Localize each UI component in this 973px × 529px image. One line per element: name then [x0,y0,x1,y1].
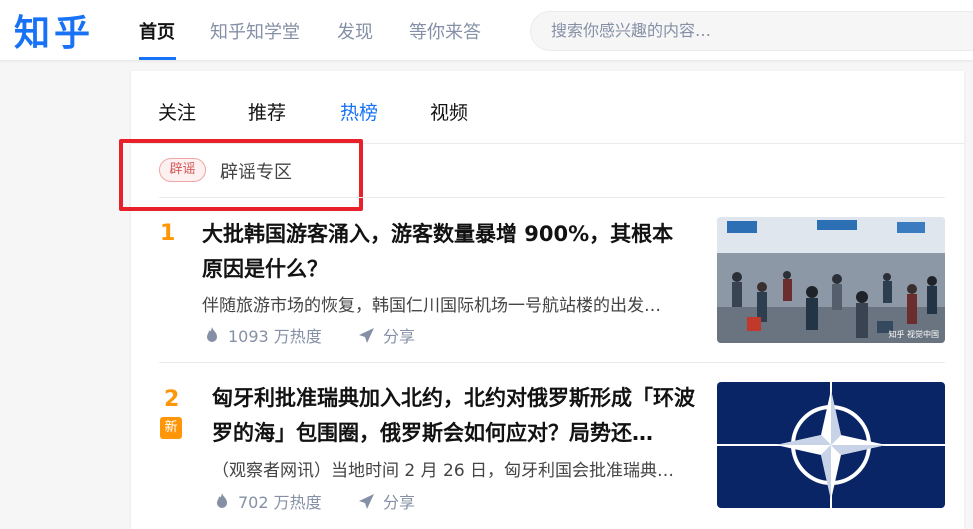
heat-value: 1093 万热度 [228,327,322,346]
feed-card: 关注 推荐 热榜 视频 辟谣 辟谣专区 1 大批韩国游客涌入，游客数量暴增 90… [119,71,964,529]
nav-discover[interactable]: 发现 [337,18,373,44]
nato-emblem [717,382,945,508]
tab-hot[interactable]: 热榜 [340,98,378,125]
hot-item-1-title[interactable]: 大批韩国游客涌入，游客数量暴增 900%，其根本原因是什么？ [202,217,692,287]
tab-recommend[interactable]: 推荐 [248,98,286,125]
hot-item-2-title[interactable]: 匈牙利批准瑞典加入北约，北约对俄罗斯形成「环波罗的海」包围圈，俄罗斯会如何应对？… [212,381,702,451]
nav-active-indicator [139,57,176,60]
hot-item-2-excerpt[interactable]: （观察者网讯）当地时间 2 月 26 日，匈牙利国会批准瑞典… [212,456,696,481]
nav-zhixuetang[interactable]: 知乎知学堂 [210,18,300,44]
tab-video[interactable]: 视频 [430,98,468,125]
hot-item-1-excerpt[interactable]: 伴随旅游市场的恢复，韩国仁川国际机场一号航站楼的出发… [202,291,692,316]
share-label: 分享 [383,327,416,346]
image-caption: 知乎 视觉中国 [888,330,939,339]
heat-value: 702 万热度 [238,493,322,512]
nav-home[interactable]: 首页 [139,18,175,44]
hot-item-2-image[interactable] [717,382,945,508]
search-input[interactable]: 搜索你感兴趣的内容… [530,11,973,51]
paper-plane-icon [358,493,375,510]
hot-rank-1: 1 [160,221,176,246]
hot-item-1-share-button[interactable]: 分享 [358,323,415,347]
fire-icon [204,326,220,344]
zhihu-logo[interactable]: 知乎 [14,4,94,56]
hot-item-2-heat: 702 万热度 [214,489,322,513]
nav-waiting-answers[interactable]: 等你来答 [409,18,481,44]
highlight-box [119,139,363,211]
paper-plane-icon [358,327,375,344]
item-divider [159,362,945,363]
hot-item-1-image[interactable]: 知乎 视觉中国 [717,217,945,343]
hot-item-1-heat: 1093 万热度 [204,323,322,347]
hot-rank-2: 2 [164,387,180,412]
tab-follow[interactable]: 关注 [158,98,196,125]
share-label: 分享 [383,493,416,512]
new-badge: 新 [160,417,182,439]
rumor-divider [159,197,945,198]
fire-icon [214,492,230,510]
top-bar: 知乎 首页 知乎知学堂 发现 等你来答 搜索你感兴趣的内容… [0,0,973,60]
hot-item-2-share-button[interactable]: 分享 [358,489,415,513]
